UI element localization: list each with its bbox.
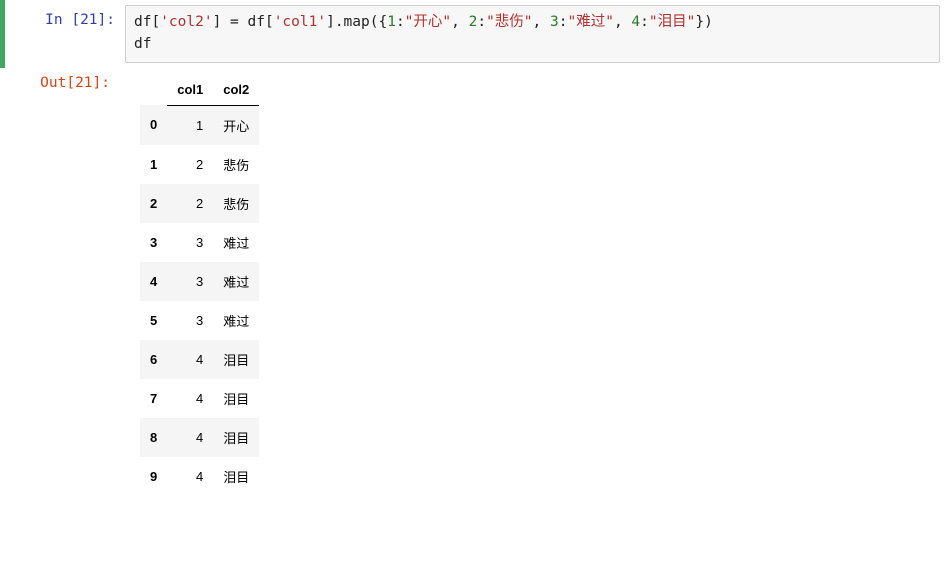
cell-col2: 悲伤 xyxy=(213,184,259,223)
cell-col1: 4 xyxy=(167,340,213,379)
output-prompt: Out[21]: xyxy=(0,68,120,496)
code-token: "难过" xyxy=(567,14,613,30)
cell-col1: 4 xyxy=(167,379,213,418)
code-token: 3 xyxy=(550,14,559,30)
code-token: : xyxy=(477,14,486,30)
code-token: "悲伤" xyxy=(486,14,532,30)
code-token: "泪目" xyxy=(649,14,695,30)
dataframe-table: col1 col2 01开心12悲伤22悲伤33难过43难过53难过64泪目74… xyxy=(140,74,259,496)
table-row: 01开心 xyxy=(140,105,259,145)
code-token: }) xyxy=(695,14,712,30)
cell-col1: 4 xyxy=(167,457,213,496)
code-token: : xyxy=(396,14,405,30)
row-index: 8 xyxy=(140,418,167,457)
table-row: 64泪目 xyxy=(140,340,259,379)
row-index: 0 xyxy=(140,105,167,145)
prompt-in-count: 21 xyxy=(80,12,97,28)
cell-col2: 泪目 xyxy=(213,418,259,457)
code-token: "开心" xyxy=(405,14,451,30)
cell-col2: 悲伤 xyxy=(213,145,259,184)
cell-col2: 泪目 xyxy=(213,340,259,379)
code-token: 1 xyxy=(387,14,396,30)
code-token: 4 xyxy=(631,14,640,30)
prompt-out-prefix: Out[ xyxy=(40,75,75,91)
cell-col1: 2 xyxy=(167,145,213,184)
table-row: 12悲伤 xyxy=(140,145,259,184)
cell-col2: 开心 xyxy=(213,105,259,145)
cell-col2: 泪目 xyxy=(213,379,259,418)
code-token: : xyxy=(640,14,649,30)
cell-col1: 3 xyxy=(167,262,213,301)
table-row: 53难过 xyxy=(140,301,259,340)
notebook-cell: In [21]: df['col2'] = df['col1'].map({1:… xyxy=(0,0,952,68)
table-header-row: col1 col2 xyxy=(140,74,259,106)
table-row: 43难过 xyxy=(140,262,259,301)
prompt-in-suffix: ]: xyxy=(98,12,115,28)
row-index: 5 xyxy=(140,301,167,340)
cell-col1: 2 xyxy=(167,184,213,223)
code-token: , xyxy=(614,14,631,30)
prompt-out-count: 21 xyxy=(75,75,92,91)
code-token: ] = df[ xyxy=(213,14,274,30)
table-corner xyxy=(140,74,167,106)
code-token: df[ xyxy=(134,14,160,30)
cell-col2: 难过 xyxy=(213,301,259,340)
code-token: ].map({ xyxy=(326,14,387,30)
code-token: , xyxy=(451,14,468,30)
table-row: 33难过 xyxy=(140,223,259,262)
prompt-out-suffix: ]: xyxy=(93,75,110,91)
table-row: 22悲伤 xyxy=(140,184,259,223)
cell-col1: 1 xyxy=(167,105,213,145)
col-header-col1: col1 xyxy=(167,74,213,106)
code-token: 'col2' xyxy=(160,14,212,30)
code-input-area[interactable]: df['col2'] = df['col1'].map({1:"开心", 2:"… xyxy=(125,5,940,63)
prompt-in-prefix: In [ xyxy=(45,12,80,28)
row-index: 6 xyxy=(140,340,167,379)
cell-col1: 3 xyxy=(167,301,213,340)
cell-col1: 3 xyxy=(167,223,213,262)
table-row: 74泪目 xyxy=(140,379,259,418)
cell-col2: 难过 xyxy=(213,262,259,301)
row-index: 1 xyxy=(140,145,167,184)
cell-col2: 泪目 xyxy=(213,457,259,496)
row-index: 4 xyxy=(140,262,167,301)
cell-col1: 4 xyxy=(167,418,213,457)
output-row: Out[21]: col1 col2 01开心12悲伤22悲伤33难过43难过5… xyxy=(0,68,952,506)
table-row: 94泪目 xyxy=(140,457,259,496)
row-index: 9 xyxy=(140,457,167,496)
row-index: 7 xyxy=(140,379,167,418)
row-index: 3 xyxy=(140,223,167,262)
cell-col2: 难过 xyxy=(213,223,259,262)
col-header-col2: col2 xyxy=(213,74,259,106)
code-token: df xyxy=(134,36,151,52)
row-index: 2 xyxy=(140,184,167,223)
table-row: 84泪目 xyxy=(140,418,259,457)
input-prompt: In [21]: xyxy=(5,5,125,63)
code-token: , xyxy=(533,14,550,30)
output-area: col1 col2 01开心12悲伤22悲伤33难过43难过53难过64泪目74… xyxy=(120,68,952,496)
code-token: 'col1' xyxy=(274,14,326,30)
